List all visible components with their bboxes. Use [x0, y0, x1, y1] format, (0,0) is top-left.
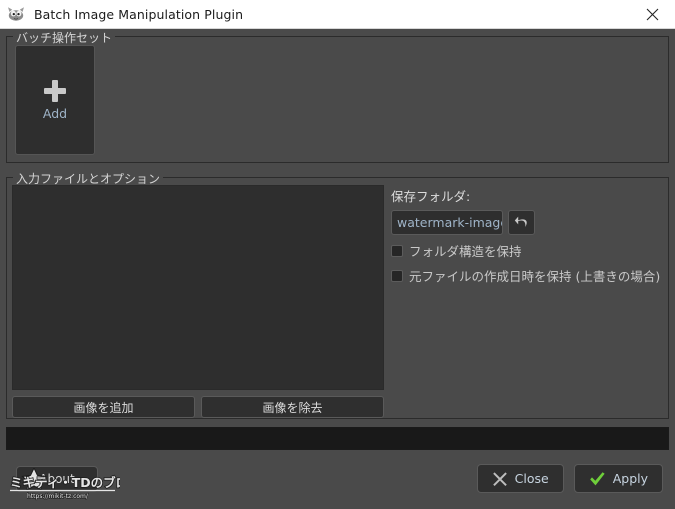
file-list-button-row: 画像を追加 画像を除去 [12, 396, 384, 418]
watermark-url: https://mikit-tz.com/ [27, 493, 89, 500]
output-options-pane: 保存フォルダ: watermark-image フォルダ構造を保持 元ファイルの… [389, 182, 664, 414]
close-button-label: Close [514, 471, 549, 486]
preserve-timestamp-checkbox[interactable] [391, 269, 403, 282]
undo-arrow-icon [514, 216, 527, 227]
preserve-timestamp-label: 元ファイルの作成日時を保持 (上書きの場合) [409, 269, 661, 284]
add-operation-button[interactable]: Add [15, 45, 95, 155]
batch-operation-set-group: バッチ操作セット Add [6, 29, 669, 163]
window-close-button[interactable] [630, 0, 675, 28]
batch-image-manipulation-window: Batch Image Manipulation Plugin バッチ操作セット… [0, 0, 675, 509]
about-button[interactable]: About [16, 466, 98, 492]
output-folder-reset-button[interactable] [508, 210, 535, 235]
preserve-folder-structure-checkbox[interactable] [391, 244, 403, 257]
file-list[interactable] [12, 185, 384, 390]
check-mark-icon [589, 471, 605, 485]
titlebar: Batch Image Manipulation Plugin [0, 0, 675, 29]
close-icon [646, 8, 659, 20]
apply-button-label: Apply [612, 471, 648, 486]
output-folder-input[interactable]: watermark-image [391, 210, 503, 235]
progress-bar [6, 427, 669, 450]
preserve-folder-structure-row[interactable]: フォルダ構造を保持 [391, 241, 664, 260]
apply-button[interactable]: Apply [573, 464, 663, 493]
preserve-timestamp-row[interactable]: 元ファイルの作成日時を保持 (上書きの場合) [391, 266, 664, 285]
add-operation-label: Add [42, 105, 68, 121]
remove-images-button[interactable]: 画像を除去 [201, 396, 384, 418]
window-title: Batch Image Manipulation Plugin [34, 6, 244, 22]
close-button[interactable]: Close [476, 464, 564, 493]
add-images-button[interactable]: 画像を追加 [12, 396, 195, 418]
input-files-options-group: 入力ファイルとオプション 画像を追加 画像を除去 保存フォルダ: waterma… [6, 170, 669, 419]
dialog-action-buttons: Close Apply [476, 464, 663, 493]
output-folder-label: 保存フォルダ: [391, 189, 471, 204]
plus-icon [44, 79, 66, 102]
x-mark-icon [492, 471, 507, 486]
batch-operation-set-title: バッチ操作セット [13, 29, 116, 46]
preserve-folder-structure-label: フォルダ構造を保持 [409, 244, 522, 259]
gimp-wilber-icon [8, 7, 24, 21]
output-folder-row: watermark-image [391, 210, 664, 235]
